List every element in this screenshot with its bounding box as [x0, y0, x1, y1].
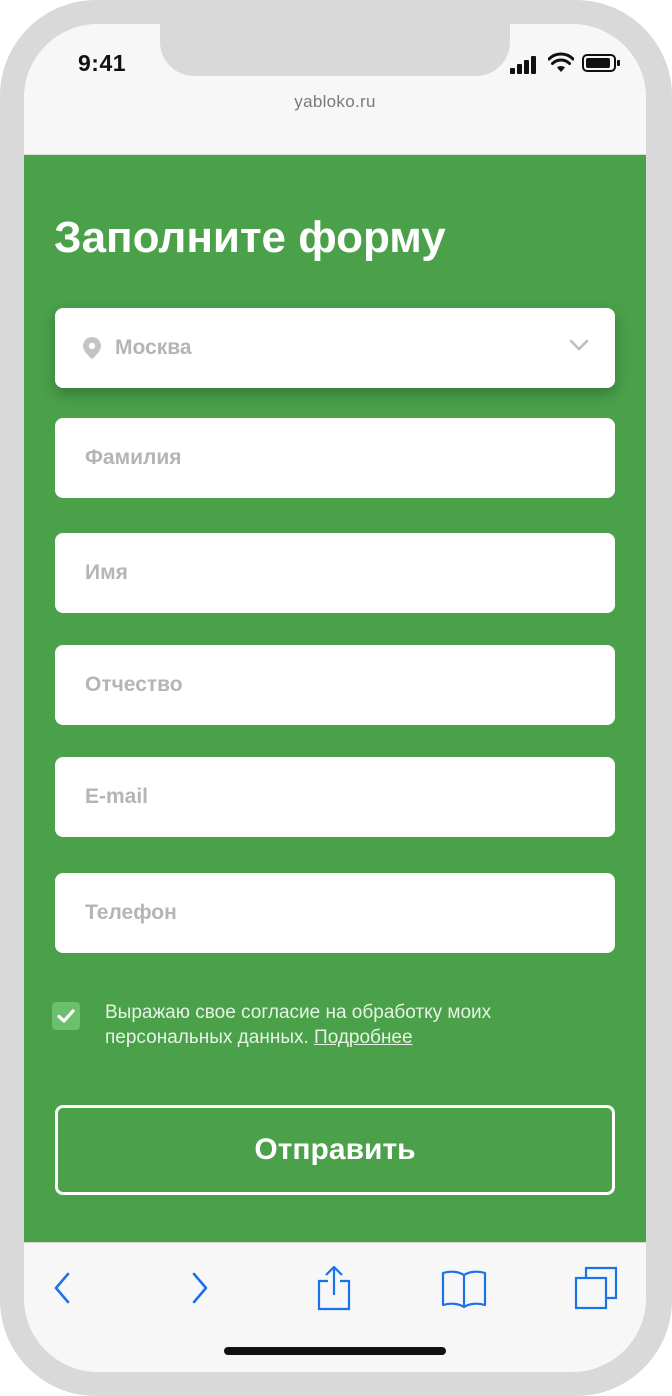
tabs-button[interactable] — [566, 1263, 626, 1313]
share-icon — [317, 1265, 351, 1311]
cellular-signal-icon — [510, 52, 540, 74]
notch — [160, 24, 510, 76]
browser-toolbar — [24, 1242, 646, 1372]
consent-more-link[interactable]: Подробнее — [314, 1027, 413, 1048]
bookmarks-icon — [441, 1270, 487, 1308]
consent-checkbox[interactable] — [52, 1002, 80, 1030]
patronymic-placeholder: Отчество — [85, 673, 183, 696]
page-title: Заполните форму — [54, 213, 446, 262]
address-bar-url[interactable]: yabloko.ru — [24, 92, 646, 112]
status-time: 9:41 — [78, 50, 127, 76]
first-name-field[interactable]: Имя — [55, 533, 615, 613]
wifi-icon — [548, 52, 574, 72]
submit-button[interactable]: Отправить — [55, 1105, 615, 1195]
forward-button[interactable] — [170, 1263, 230, 1313]
email-placeholder: E-mail — [85, 785, 149, 808]
status-bar: 9:41 yabloko.ru — [24, 24, 646, 155]
consent-text: Выражаю свое согласие на обработку моих … — [105, 1000, 585, 1050]
forward-icon — [192, 1272, 208, 1304]
screen: 9:41 yabloko.ru Заполните форму Москва Ф… — [24, 24, 646, 1372]
city-select-value: Москва — [115, 336, 192, 359]
checkmark-icon — [57, 1009, 75, 1023]
back-button[interactable] — [32, 1263, 92, 1313]
email-field[interactable]: E-mail — [55, 757, 615, 837]
form-section: Заполните форму Москва Фамилия Имя Отчес… — [24, 155, 646, 1265]
bookmarks-button[interactable] — [434, 1263, 494, 1313]
patronymic-field[interactable]: Отчество — [55, 645, 615, 725]
home-indicator — [224, 1347, 446, 1355]
phone-placeholder: Телефон — [85, 901, 177, 924]
share-button[interactable] — [304, 1263, 364, 1313]
tabs-icon — [574, 1266, 618, 1310]
location-pin-icon — [83, 337, 101, 359]
back-icon — [54, 1272, 70, 1304]
surname-field[interactable]: Фамилия — [55, 418, 615, 498]
surname-placeholder: Фамилия — [85, 446, 182, 469]
chevron-down-icon — [569, 339, 589, 351]
device-frame: 9:41 yabloko.ru Заполните форму Москва Ф… — [0, 0, 672, 1396]
city-select[interactable]: Москва — [55, 308, 615, 388]
phone-field[interactable]: Телефон — [55, 873, 615, 953]
battery-icon — [582, 54, 620, 72]
consent-label: Выражаю свое согласие на обработку моих … — [105, 1002, 492, 1048]
first-name-placeholder: Имя — [85, 561, 128, 584]
status-icons — [510, 52, 620, 74]
